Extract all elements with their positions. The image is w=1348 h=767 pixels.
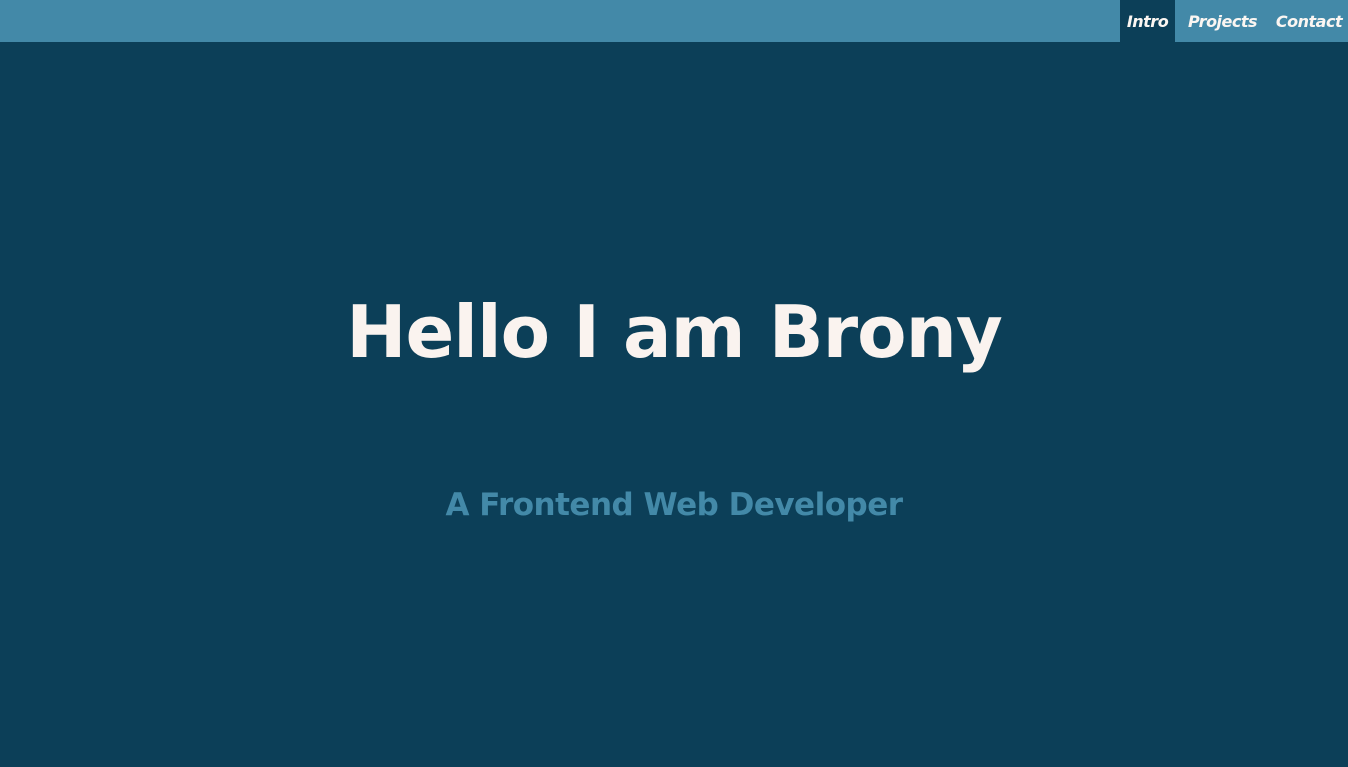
top-navbar: Intro Projects Contact <box>0 0 1348 42</box>
nav-link-intro[interactable]: Intro <box>1120 0 1175 42</box>
nav-link-projects[interactable]: Projects <box>1175 0 1270 42</box>
intro-section: Hello I am Brony A Frontend Web Develope… <box>0 42 1348 767</box>
hero-subtitle: A Frontend Web Developer <box>445 487 903 523</box>
hero-title: Hello I am Brony <box>346 290 1003 374</box>
nav-link-contact[interactable]: Contact <box>1270 0 1348 42</box>
